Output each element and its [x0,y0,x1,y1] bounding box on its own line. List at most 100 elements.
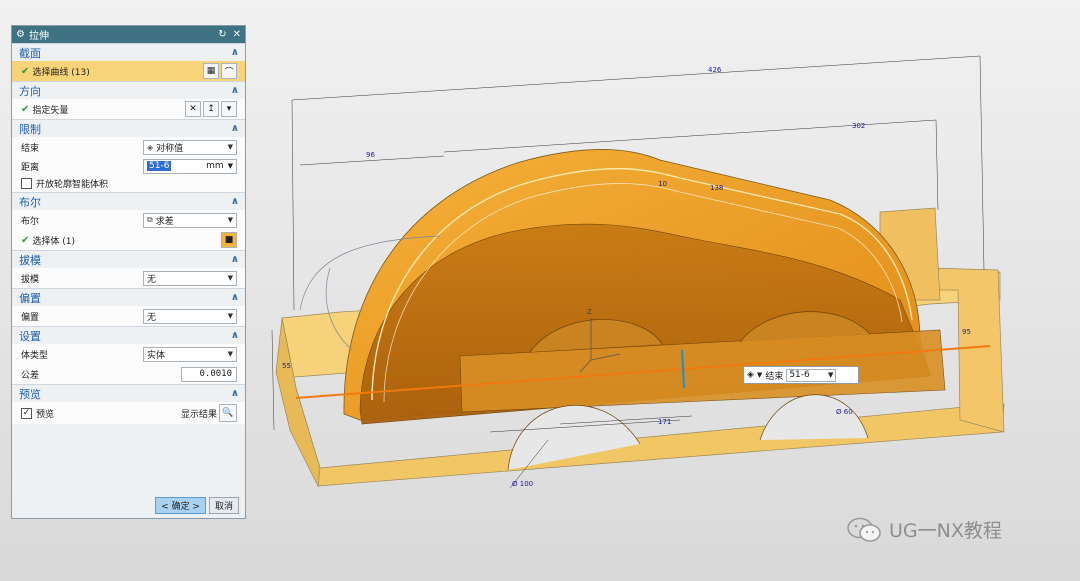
chevron-up-icon[interactable]: ∧ [231,292,239,303]
vector-dropdown-icon[interactable]: ▾ [221,101,237,117]
section-header-draft[interactable]: 拔模 ∧ [12,250,245,268]
section-title: 方向 [19,84,41,98]
section-title: 拔模 [19,253,41,267]
offset-row: 偏置 无 ▼ [12,306,245,326]
draft-label: 拔模 [21,274,40,285]
magnifier-icon[interactable]: 🔍 [219,404,237,422]
tolerance-input[interactable]: 0.0010 [181,366,237,382]
boolean-label: 布尔 [21,216,40,227]
preview-row: ✓ 预览 显示结果 🔍 [12,402,245,424]
close-icon[interactable]: ✕ [233,29,241,40]
check-icon: ✔ [21,234,30,246]
section-header-offset[interactable]: 偏置 ∧ [12,288,245,306]
distance-input[interactable]: 51-6 mm ▼ [143,158,237,174]
solid-body-icon[interactable]: ■ [221,232,237,248]
dim-60: Ø 60 [836,408,853,416]
wechat-icon [847,517,881,542]
dim-95: 95 [962,328,971,336]
section-header-settings[interactable]: 设置 ∧ [12,326,245,344]
select-body-row[interactable]: ✔ 选择体 (1) ■ [12,230,245,250]
dim-426: 426 [708,66,722,74]
axis-z-label: Z [587,308,592,316]
chevron-down-icon: ▼ [827,371,834,379]
end-label: 结束 [765,371,784,382]
section-title: 设置 [19,329,41,343]
end-label: 结束 [21,143,40,154]
dim-55: 55 [282,362,291,370]
dim-96: 96 [366,151,375,159]
section-title: 限制 [19,122,41,136]
body-type-row: 体类型 实体 ▼ [12,344,245,364]
subtract-icon: ⧉ [147,215,153,224]
reset-icon[interactable]: ↻ [218,29,226,40]
chevron-up-icon[interactable]: ∧ [231,196,239,207]
bottom-hole-2 [759,394,869,441]
show-result-label: 显示结果 [180,409,217,420]
section-title: 布尔 [19,195,41,209]
chevron-down-icon[interactable]: ▼ [228,162,233,170]
dim-138: 138 [710,184,723,192]
offset-label: 偏置 [21,312,40,323]
section-title: 截面 [19,46,41,60]
end-distance-input[interactable]: 51-6 ▼ [786,368,837,382]
check-icon: ✔ [21,65,30,77]
specify-vector-label: 指定矢量 [32,105,69,116]
chevron-up-icon[interactable]: ∧ [231,123,239,134]
chevron-down-icon: ▼ [227,350,233,358]
chevron-up-icon[interactable]: ∧ [231,85,239,96]
section-header-preview[interactable]: 预览 ∧ [12,384,245,402]
chevron-up-icon[interactable]: ∧ [231,254,239,265]
chevron-down-icon: ▼ [227,143,233,151]
preview-checkbox[interactable]: ✓ [21,407,32,419]
open-profile-row[interactable]: 开放轮廓智能体积 [12,175,245,192]
chevron-up-icon[interactable]: ∧ [231,47,239,58]
symmetric-icon[interactable]: ◈ [747,370,754,380]
select-curve-row[interactable]: ✔ 选择曲线 (13) ▦ ⌒ [12,61,245,81]
distance-label: 距离 [21,162,40,173]
dialog-titlebar: ⚙ 拉伸 ↻ ✕ [12,26,245,43]
dialog-title: 拉伸 [28,31,49,42]
cancel-button[interactable]: 取消 [208,497,239,514]
extrude-dialog: ⚙ 拉伸 ↻ ✕ 截面 ∧ ✔ 选择曲线 (13) ▦ ⌒ 方向 ∧ ✔ 指定矢量 … [11,25,246,519]
draft-select[interactable]: 无 ▼ [143,270,237,286]
chevron-up-icon[interactable]: ∧ [231,330,239,341]
distance-row: 距离 51-6 mm ▼ [12,157,245,175]
body-type-select[interactable]: 实体 ▼ [143,346,237,362]
chevron-down-icon[interactable]: ▼ [757,371,762,379]
symmetric-icon: ◈ [147,142,154,152]
watermark: UG一NX教程 [847,516,1002,543]
open-profile-checkbox[interactable] [21,178,32,189]
section-header-direction[interactable]: 方向 ∧ [12,81,245,99]
chevron-up-icon[interactable]: ∧ [231,388,239,399]
offset-select[interactable]: 无 ▼ [143,308,237,324]
section-title: 预览 [19,387,41,401]
end-row: 结束 ◈ 对称值 ▼ [12,137,245,157]
body-type-label: 体类型 [21,350,49,361]
dim-10: 10 [658,180,667,188]
draft-row: 拔模 无 ▼ [12,268,245,288]
tolerance-row: 公差 0.0010 [12,364,245,384]
select-curve-label: 选择曲线 (13) [32,67,90,78]
dim-171: 171 [658,418,671,426]
check-icon: ✔ [21,103,30,115]
chevron-down-icon: ▼ [227,216,233,224]
dialog-footer: < 确定 > 取消 [155,497,239,514]
boolean-row: 布尔 ⧉ 求差 ▼ [12,210,245,230]
chevron-down-icon: ▼ [227,274,233,282]
section-title: 偏置 [19,291,41,305]
reverse-direction-icon[interactable]: ✕ [185,101,201,117]
gear-icon[interactable]: ⚙ [16,29,25,40]
end-select[interactable]: ◈ 对称值 ▼ [143,139,237,155]
select-body-label: 选择体 (1) [32,236,76,247]
boolean-select[interactable]: ⧉ 求差 ▼ [143,212,237,228]
curve-icon[interactable]: ⌒ [221,63,237,79]
section-header-limits[interactable]: 限制 ∧ [12,119,245,137]
chevron-down-icon: ▼ [227,312,233,320]
vector-icon[interactable]: ↥ [203,101,219,117]
specify-vector-row[interactable]: ✔ 指定矢量 ✕ ↥ ▾ [12,99,245,119]
section-header-section[interactable]: 截面 ∧ [12,43,245,61]
dim-100: Ø 100 [512,480,533,488]
section-header-boolean[interactable]: 布尔 ∧ [12,192,245,210]
sketch-section-icon[interactable]: ▦ [203,63,219,79]
ok-button[interactable]: < 确定 > [155,497,206,514]
